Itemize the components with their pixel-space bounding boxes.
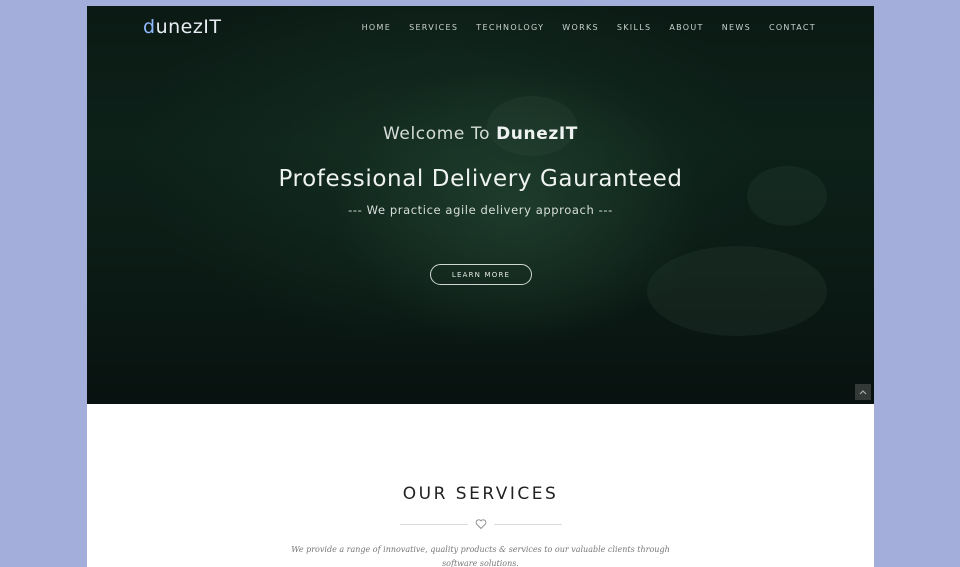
- main-nav: HOME SERVICES TECHNOLOGY WORKS SKILLS AB…: [362, 23, 816, 32]
- learn-more-button[interactable]: LEARN MORE: [430, 264, 532, 285]
- scroll-top-button[interactable]: [855, 384, 871, 400]
- services-title: OUR SERVICES: [402, 484, 559, 504]
- nav-item-news[interactable]: NEWS: [722, 23, 751, 32]
- hero-tagline: --- We practice agile delivery approach …: [348, 203, 613, 217]
- logo-text: unezIT: [155, 16, 222, 38]
- welcome-prefix: Welcome To: [383, 124, 497, 144]
- divider-line-right: [494, 524, 562, 525]
- services-description: We provide a range of innovative, qualit…: [291, 545, 670, 567]
- hero-section: dunezIT HOME SERVICES TECHNOLOGY WORKS S…: [87, 6, 874, 404]
- nav-item-home[interactable]: HOME: [362, 23, 391, 32]
- nav-item-about[interactable]: ABOUT: [669, 23, 703, 32]
- welcome-heading: Welcome To DunezIT: [87, 124, 874, 144]
- welcome-brand: DunezIT: [496, 124, 578, 144]
- nav-item-contact[interactable]: CONTACT: [769, 23, 816, 32]
- website-page: dunezIT HOME SERVICES TECHNOLOGY WORKS S…: [87, 6, 874, 567]
- logo-prefix: d: [143, 16, 156, 38]
- chevron-up-icon: [859, 390, 867, 395]
- hero-background-shape: [647, 246, 827, 336]
- nav-item-works[interactable]: WORKS: [562, 23, 599, 32]
- divider-line-left: [400, 524, 468, 525]
- navbar: dunezIT HOME SERVICES TECHNOLOGY WORKS S…: [87, 6, 874, 48]
- heart-icon: [475, 519, 487, 530]
- nav-item-technology[interactable]: TECHNOLOGY: [476, 23, 544, 32]
- nav-item-services[interactable]: SERVICES: [409, 23, 458, 32]
- nav-item-skills[interactable]: SKILLS: [617, 23, 651, 32]
- hero-headline: Professional Delivery Gauranteed: [278, 166, 683, 192]
- logo[interactable]: dunezIT: [143, 16, 222, 38]
